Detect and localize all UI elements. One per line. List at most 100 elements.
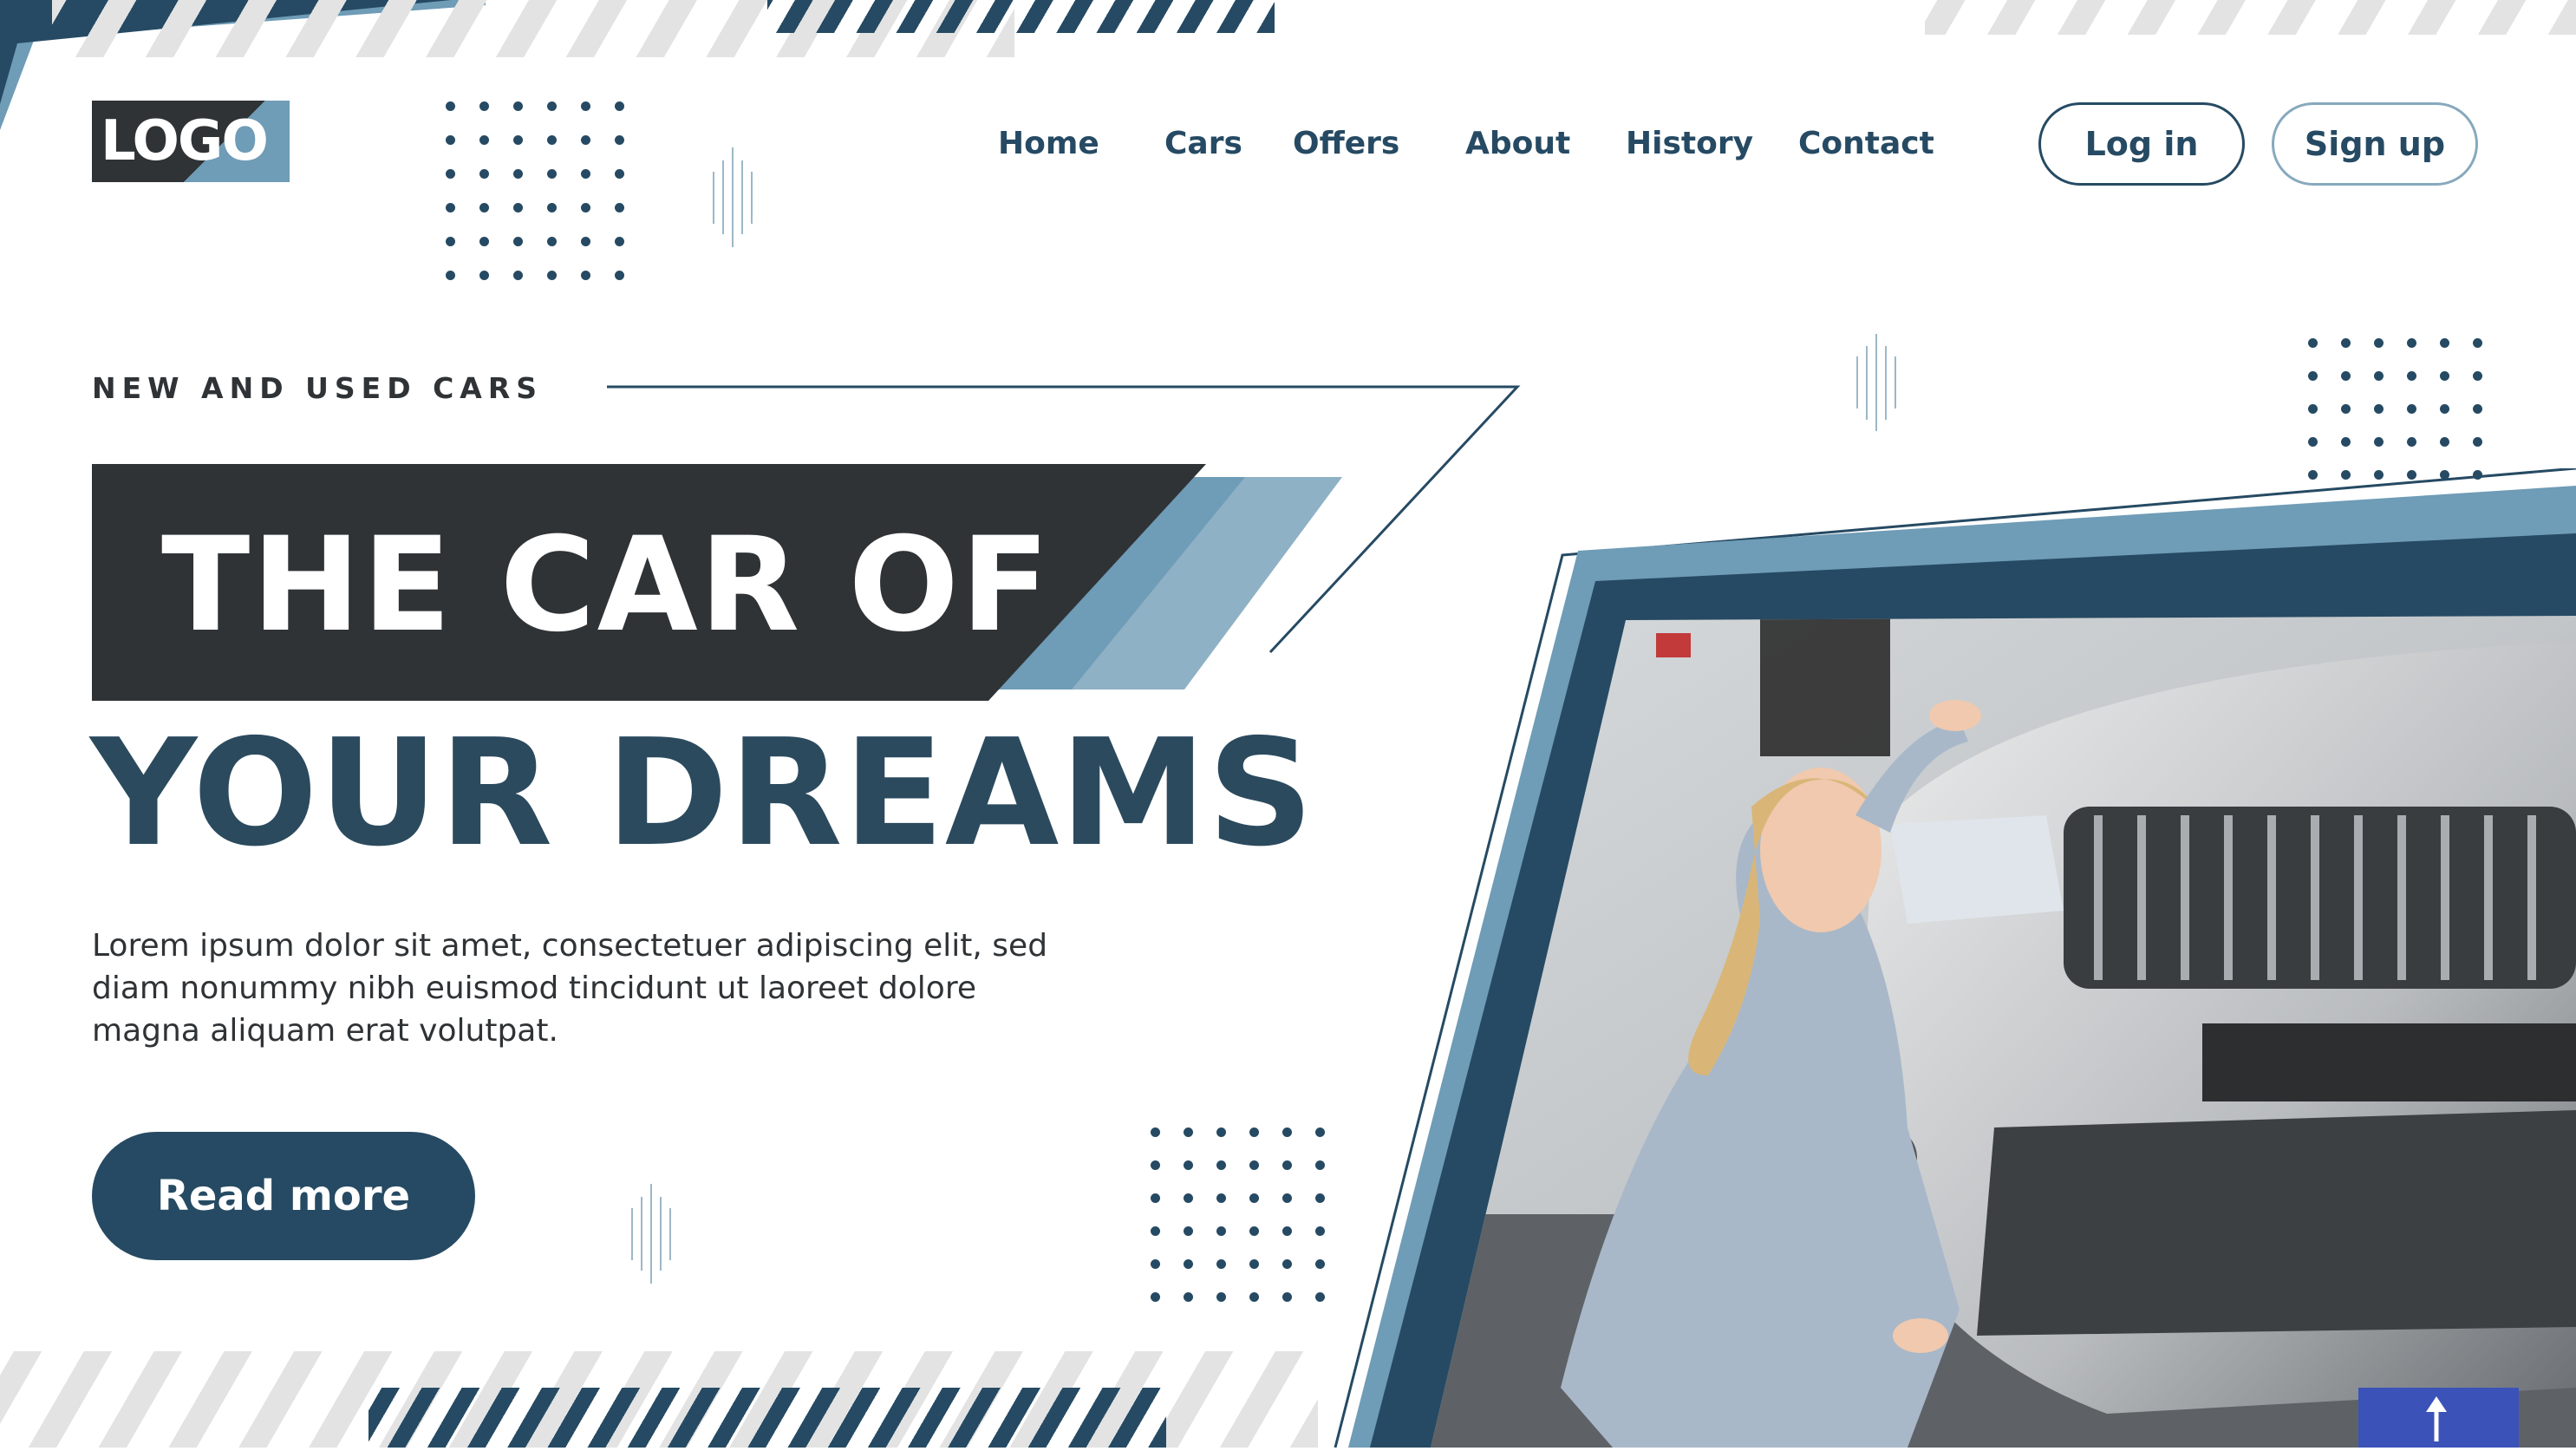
dot	[547, 203, 557, 212]
dot	[513, 135, 523, 145]
dot	[615, 169, 624, 179]
dot	[479, 271, 489, 280]
dot	[2473, 404, 2482, 414]
dot	[547, 271, 557, 280]
dot	[2341, 437, 2351, 447]
dot	[479, 203, 489, 212]
dot	[479, 169, 489, 179]
dot	[446, 101, 455, 111]
dot	[1151, 1160, 1160, 1170]
dot	[1282, 1127, 1292, 1137]
logo[interactable]: LOGO	[92, 101, 290, 182]
nav-home[interactable]: Home	[998, 126, 1099, 161]
dot	[1249, 1292, 1259, 1302]
dot	[2440, 338, 2449, 348]
dot	[1282, 1226, 1292, 1236]
barcode-lines-icon	[713, 147, 753, 247]
dot	[513, 101, 523, 111]
dot	[446, 203, 455, 212]
dot	[1216, 1292, 1226, 1302]
dot	[2308, 338, 2318, 348]
dot	[581, 135, 590, 145]
barcode-lines-icon	[631, 1184, 671, 1284]
headline-line-2: YOUR DREAMS	[90, 708, 1315, 879]
dot	[1184, 1226, 1193, 1236]
dot	[1151, 1127, 1160, 1137]
dot	[1216, 1160, 1226, 1170]
dot	[2473, 338, 2482, 348]
dot	[2341, 371, 2351, 381]
dot	[2374, 404, 2384, 414]
dot	[2308, 404, 2318, 414]
dot	[615, 237, 624, 246]
dot	[1282, 1259, 1292, 1269]
dot	[615, 203, 624, 212]
dot	[2341, 338, 2351, 348]
dot	[2407, 338, 2416, 348]
dot	[1249, 1160, 1259, 1170]
dot	[2374, 437, 2384, 447]
dot	[1151, 1292, 1160, 1302]
signup-button[interactable]: Sign up	[2272, 102, 2478, 186]
top-center-stripes	[767, 0, 1275, 33]
dot	[513, 271, 523, 280]
dot	[581, 203, 590, 212]
dot	[1184, 1259, 1193, 1269]
dot	[615, 135, 624, 145]
dot	[2407, 371, 2416, 381]
hero-eyebrow: NEW AND USED CARS	[92, 371, 544, 405]
dot	[1151, 1259, 1160, 1269]
dot	[1282, 1193, 1292, 1203]
login-button[interactable]: Log in	[2038, 102, 2245, 186]
dot	[1184, 1193, 1193, 1203]
dot	[2440, 404, 2449, 414]
dot-grid-icon	[446, 101, 624, 280]
dot	[547, 101, 557, 111]
dot	[446, 237, 455, 246]
dot-grid-icon	[1151, 1127, 1325, 1302]
dot	[1216, 1193, 1226, 1203]
dot	[1216, 1127, 1226, 1137]
dot	[1249, 1259, 1259, 1269]
dot	[2440, 437, 2449, 447]
dot	[581, 271, 590, 280]
dot	[1216, 1259, 1226, 1269]
dot	[2473, 437, 2482, 447]
nav-about[interactable]: About	[1465, 126, 1570, 161]
dot	[513, 203, 523, 212]
dot	[2308, 437, 2318, 447]
nav-history[interactable]: History	[1626, 126, 1753, 161]
bottom-center-stripes	[368, 1388, 1166, 1448]
dot	[479, 237, 489, 246]
barcode-lines-icon	[1856, 334, 1896, 431]
dot	[479, 135, 489, 145]
dot	[513, 237, 523, 246]
dot	[446, 271, 455, 280]
dot	[446, 135, 455, 145]
dot	[1184, 1127, 1193, 1137]
dot	[1249, 1127, 1259, 1137]
dot	[2407, 404, 2416, 414]
dot	[547, 237, 557, 246]
dot	[581, 101, 590, 111]
dot	[1216, 1226, 1226, 1236]
nav-cars[interactable]: Cars	[1164, 126, 1242, 161]
dot	[2407, 437, 2416, 447]
dot	[446, 169, 455, 179]
dot	[1184, 1160, 1193, 1170]
up-arrow-glyph	[2426, 1396, 2447, 1441]
dot	[2308, 371, 2318, 381]
read-more-button[interactable]: Read more	[92, 1132, 475, 1260]
dot	[615, 101, 624, 111]
dot	[1151, 1193, 1160, 1203]
dot	[615, 271, 624, 280]
dot	[1282, 1160, 1292, 1170]
dot	[581, 169, 590, 179]
nav-contact[interactable]: Contact	[1798, 126, 1934, 161]
dot	[2374, 338, 2384, 348]
dot	[479, 101, 489, 111]
top-right-stripes	[1925, 0, 2576, 35]
dot	[1151, 1226, 1160, 1236]
dot	[547, 169, 557, 179]
nav-offers[interactable]: Offers	[1293, 126, 1399, 161]
